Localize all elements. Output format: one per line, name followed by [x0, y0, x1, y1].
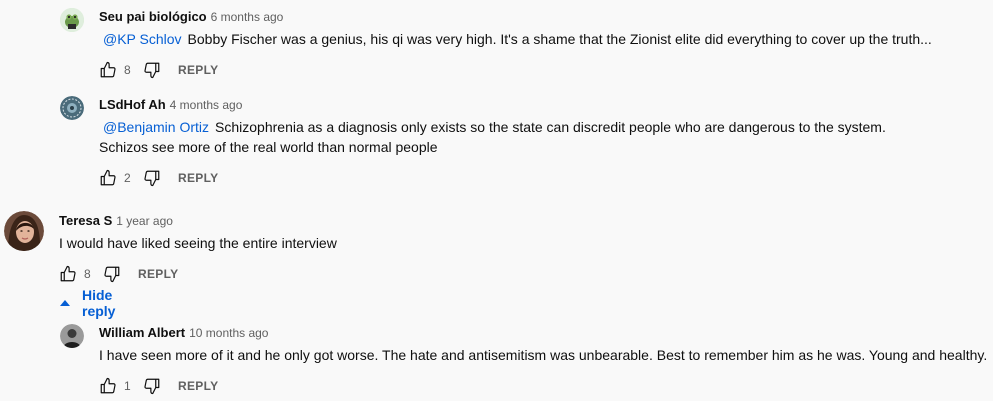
dislike-button[interactable]	[100, 262, 124, 286]
woman-avatar-icon[interactable]	[4, 211, 44, 251]
hide-replies-button[interactable]: Hide reply	[58, 287, 115, 319]
comment-header: William Albert 10 months ago	[99, 325, 268, 340]
comment-body: I would have liked seeing the entire int…	[59, 235, 337, 251]
like-count: 2	[124, 171, 131, 185]
dislike-button[interactable]	[140, 58, 164, 82]
like-button[interactable]	[96, 166, 120, 190]
thumbs-up-icon	[100, 61, 116, 78]
thumbs-down-icon	[144, 170, 160, 187]
mention-link[interactable]: @KP Schlov	[103, 31, 182, 47]
comment-actions: 8 REPLY	[56, 262, 178, 286]
comment-text-line-2: Schizos see more of the real world than …	[99, 139, 438, 155]
comment-header: Teresa S 1 year ago	[59, 213, 173, 228]
comment-header: LSdHof Ah 4 months ago	[99, 97, 242, 112]
comment-time[interactable]: 1 year ago	[116, 214, 173, 228]
reply-button[interactable]: REPLY	[178, 63, 218, 77]
reply-button[interactable]: REPLY	[178, 171, 218, 185]
like-count: 1	[124, 379, 131, 393]
reply-button[interactable]: REPLY	[138, 267, 178, 281]
comment-actions: 8 REPLY	[96, 58, 218, 82]
author-name[interactable]: Teresa S	[59, 213, 112, 228]
frog-avatar-icon[interactable]	[60, 8, 84, 32]
comment-time[interactable]: 10 months ago	[189, 326, 268, 340]
thumbs-down-icon	[144, 378, 160, 395]
hide-reply-label: Hide reply	[82, 287, 116, 319]
comment-time[interactable]: 6 months ago	[211, 10, 284, 24]
dislike-button[interactable]	[140, 166, 164, 190]
thumbs-up-icon	[100, 377, 116, 394]
like-count: 8	[84, 267, 91, 281]
mention-link[interactable]: @Benjamin Ortiz	[103, 119, 209, 135]
comment-header: Seu pai biológico 6 months ago	[99, 9, 283, 24]
comment-time[interactable]: 4 months ago	[170, 98, 243, 112]
circle-logo-avatar-icon[interactable]	[60, 96, 84, 120]
thumbs-up-icon	[60, 265, 76, 282]
man-avatar-icon[interactable]	[60, 324, 84, 348]
author-name[interactable]: William Albert	[99, 325, 185, 340]
caret-up-icon	[60, 300, 70, 306]
author-name[interactable]: LSdHof Ah	[99, 97, 166, 112]
comment-actions: 1 REPLY	[96, 374, 218, 398]
comment-body: Bobby Fischer was a genius, his qi was v…	[187, 31, 932, 47]
thumbs-down-icon	[104, 266, 120, 283]
comment-text: @KP Schlov Bobby Fischer was a genius, hi…	[103, 29, 932, 49]
like-button[interactable]	[96, 374, 120, 398]
author-name[interactable]: Seu pai biológico	[99, 9, 207, 24]
like-button[interactable]	[56, 262, 80, 286]
dislike-button[interactable]	[140, 374, 164, 398]
thumbs-down-icon	[144, 62, 160, 79]
comment-text: @Benjamin Ortiz Schizophrenia as a diagno…	[103, 117, 886, 137]
like-button[interactable]	[96, 58, 120, 82]
comment-actions: 2 REPLY	[96, 166, 218, 190]
thumbs-up-icon	[100, 169, 116, 186]
like-count: 8	[124, 63, 131, 77]
comment-body: I have seen more of it and he only got w…	[99, 347, 988, 363]
comment-body: Schizophrenia as a diagnosis only exists…	[215, 119, 886, 135]
reply-button[interactable]: REPLY	[178, 379, 218, 393]
